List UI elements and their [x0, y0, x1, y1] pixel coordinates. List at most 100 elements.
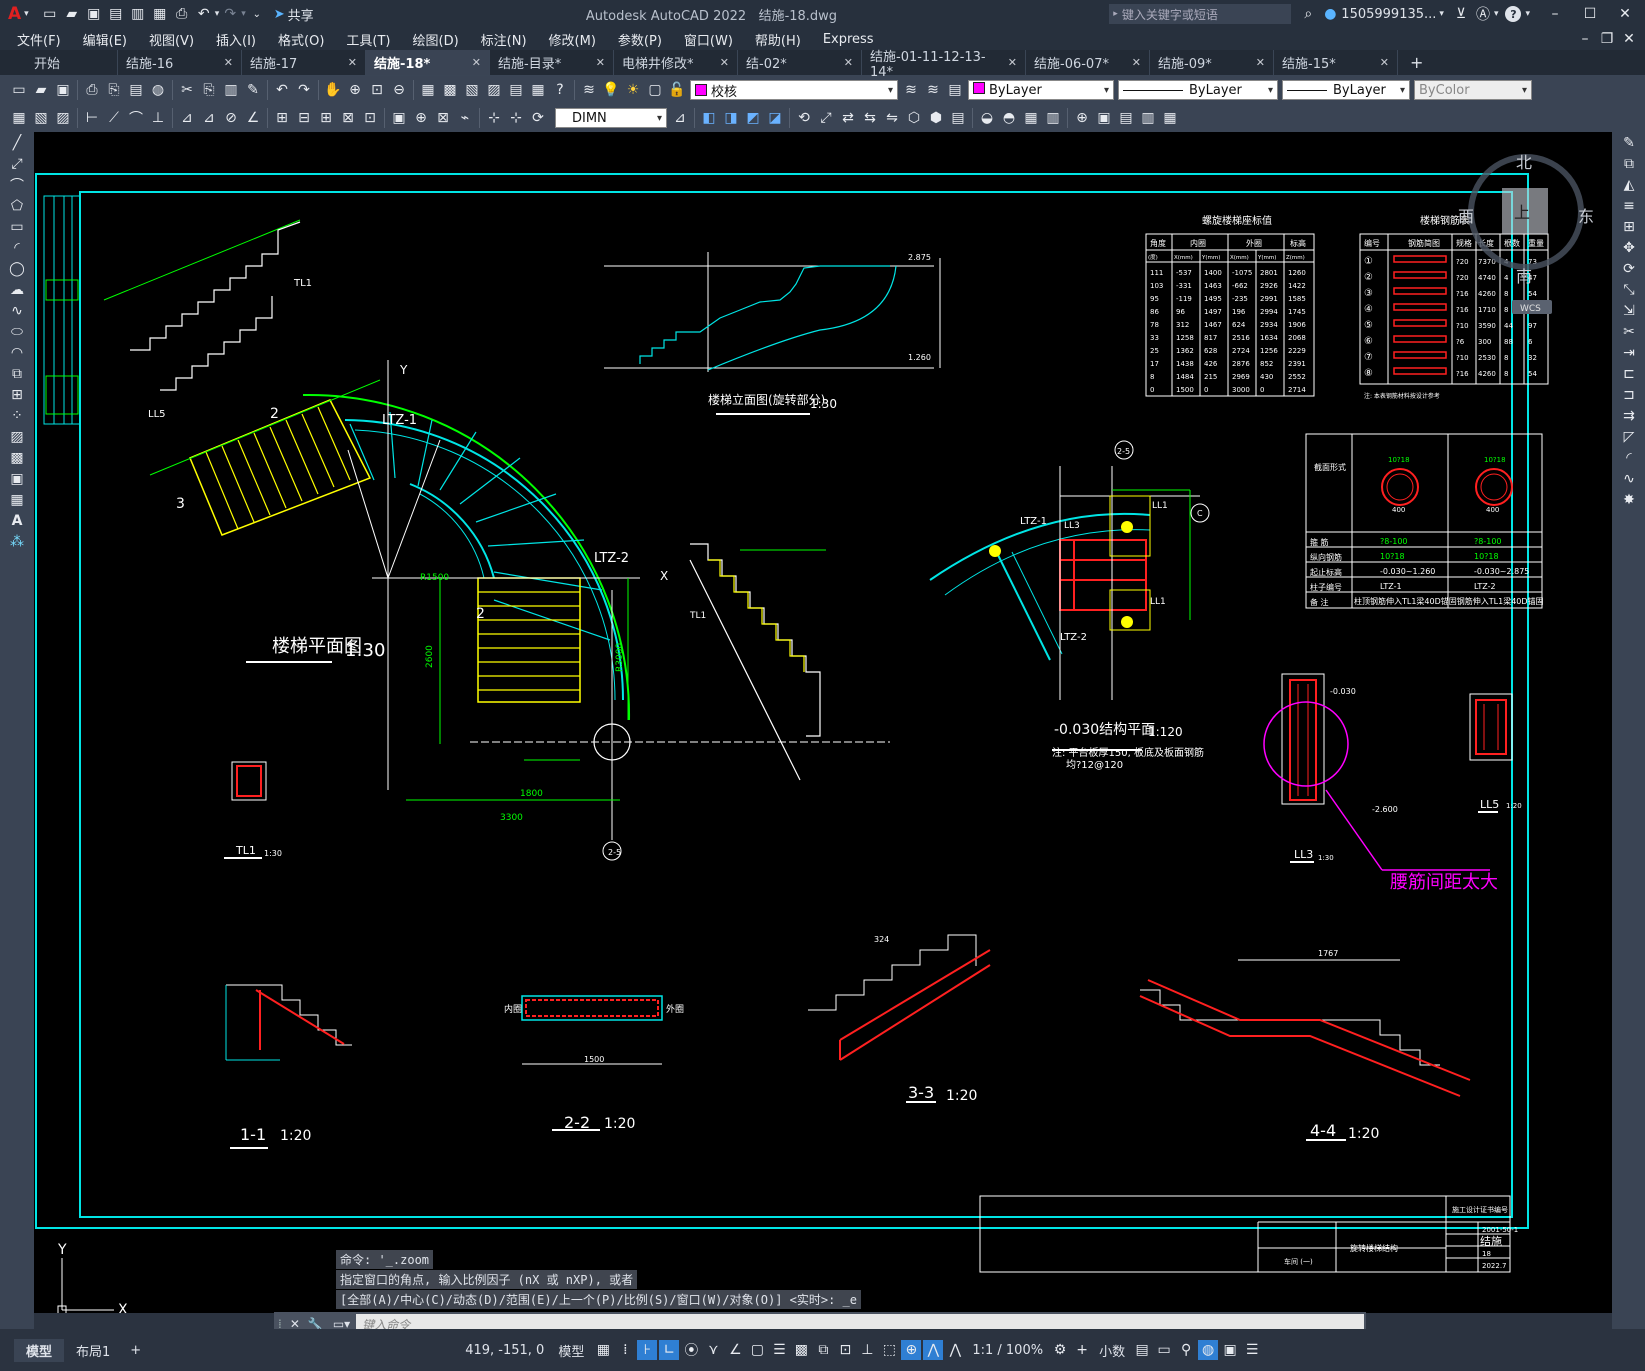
move-icon[interactable]: ✥: [1614, 238, 1644, 258]
annotation-scale[interactable]: 1:1 / 100%: [972, 1343, 1043, 1358]
ellipse-arc-icon[interactable]: ◠: [2, 343, 32, 363]
modify-20-icon[interactable]: ▥: [1138, 108, 1158, 128]
app-logo-icon[interactable]: A: [8, 4, 21, 24]
modify-14-icon[interactable]: ◓: [999, 108, 1019, 128]
3dosnap-icon[interactable]: ⊡: [835, 1340, 855, 1360]
scale-icon[interactable]: ⤡: [1614, 280, 1644, 300]
grid-icon[interactable]: ▦: [593, 1340, 613, 1360]
tab-jiegshi-16[interactable]: 结施-16 ✕: [118, 50, 242, 75]
qdim-icon[interactable]: ⊞: [272, 108, 292, 128]
undo-icon[interactable]: ↶: [272, 80, 292, 100]
save-icon[interactable]: ▣: [53, 80, 73, 100]
undo-dropdown-icon[interactable]: ▾: [215, 9, 220, 19]
extend-icon[interactable]: ⇥: [1614, 343, 1644, 363]
layer-iso-icon[interactable]: ▤: [945, 80, 965, 100]
modify-3-icon[interactable]: ◩: [743, 108, 763, 128]
linetype-dropdown[interactable]: ByLayer ▾: [1118, 80, 1278, 100]
menu-draw[interactable]: 绘图(D): [402, 30, 470, 49]
make-current-layer-icon[interactable]: ≋: [901, 80, 921, 100]
customization-icon[interactable]: ☰: [1242, 1340, 1262, 1360]
osnap-tracking-icon[interactable]: ∠: [725, 1340, 745, 1360]
blend-icon[interactable]: ∿: [1614, 469, 1644, 489]
dim-ordinate-icon[interactable]: ⊥: [148, 108, 168, 128]
viewcube-east[interactable]: 东: [1578, 207, 1594, 226]
modify-9-icon[interactable]: ⇋: [882, 108, 902, 128]
offset-icon[interactable]: ≡: [1614, 196, 1644, 216]
lock-ui-icon[interactable]: ▭: [1154, 1340, 1174, 1360]
tab-close-icon[interactable]: ✕: [348, 56, 357, 69]
dim-break-icon[interactable]: ⊡: [360, 108, 380, 128]
search-icon[interactable]: ⌕: [1298, 4, 1318, 24]
tab-jiegshi-01-14[interactable]: 结施-01-11-12-13-14* ✕: [862, 50, 1026, 80]
layout-tab-model[interactable]: 模型: [14, 1338, 65, 1362]
design-center-icon[interactable]: ▩: [440, 80, 460, 100]
modify-4-icon[interactable]: ◪: [765, 108, 785, 128]
zoom-previous-icon[interactable]: ⊖: [389, 80, 409, 100]
drawing-canvas[interactable]: Y X LTZ-1 LTZ-2 TL1 LL5 3 2 2 1800 3300 …: [34, 132, 1612, 1313]
layer-dropdown[interactable]: 校核 ▾: [690, 80, 898, 100]
tab-jiegshi-15[interactable]: 结施-15* ✕: [1274, 50, 1398, 75]
dim-angular-icon[interactable]: ∠: [243, 108, 263, 128]
spline-icon[interactable]: ∿: [2, 301, 32, 321]
modify-19-icon[interactable]: ▤: [1116, 108, 1136, 128]
layer-previous-icon[interactable]: ≋: [923, 80, 943, 100]
plot-preview-icon[interactable]: ⎘: [104, 80, 124, 100]
table-icon[interactable]: ▦: [2, 490, 32, 510]
a360-dropdown-icon[interactable]: ▾: [1494, 9, 1499, 19]
tab-close-icon[interactable]: ✕: [720, 56, 729, 69]
modify-8-icon[interactable]: ⇆: [860, 108, 880, 128]
layer-vp-icon[interactable]: ▢: [645, 80, 665, 100]
tool-a-icon[interactable]: ▦: [9, 108, 29, 128]
autodesk-a360-icon[interactable]: Ⓐ: [1473, 4, 1493, 24]
close-icon[interactable]: ✕: [1615, 4, 1635, 24]
help-dropdown-icon[interactable]: ▾: [1525, 9, 1530, 19]
dim-arc-icon[interactable]: ⌒: [126, 108, 146, 128]
paste-icon[interactable]: ▥: [221, 80, 241, 100]
units-display[interactable]: 小数: [1099, 1341, 1125, 1360]
point-icon[interactable]: ⁘: [2, 406, 32, 426]
stretch-icon[interactable]: ⇲: [1614, 301, 1644, 321]
modify-1-icon[interactable]: ◧: [699, 108, 719, 128]
layout-tab-1[interactable]: 布局1: [64, 1339, 122, 1362]
tab-jiegshi-17[interactable]: 结施-17 ✕: [242, 50, 366, 75]
tab-jie-02[interactable]: 结-02* ✕: [738, 50, 862, 75]
new-layout-button[interactable]: +: [122, 1341, 149, 1360]
dim-radius-icon[interactable]: ⊿: [177, 108, 197, 128]
new-file-icon[interactable]: ▭: [40, 4, 60, 24]
chamfer-icon[interactable]: ◸: [1614, 427, 1644, 447]
menu-modify[interactable]: 修改(M): [538, 30, 607, 49]
user-name[interactable]: 1505999135...: [1341, 7, 1436, 22]
modify-6-icon[interactable]: ⤢: [816, 108, 836, 128]
menu-window[interactable]: 窗口(W): [673, 30, 744, 49]
transparency-icon[interactable]: ▩: [791, 1340, 811, 1360]
modify-13-icon[interactable]: ◒: [977, 108, 997, 128]
dynamic-ucs-icon[interactable]: ⊥: [857, 1340, 877, 1360]
menu-edit[interactable]: 编辑(E): [72, 30, 138, 49]
plot-icon[interactable]: ⎙: [172, 4, 192, 24]
menu-help[interactable]: 帮助(H): [744, 30, 812, 49]
markup-icon[interactable]: ▤: [506, 80, 526, 100]
modify-21-icon[interactable]: ▦: [1160, 108, 1180, 128]
plot-icon[interactable]: ⎙: [82, 80, 102, 100]
help-icon[interactable]: ?: [1505, 6, 1522, 22]
tab-close-icon[interactable]: ✕: [1380, 56, 1389, 69]
menu-format[interactable]: 格式(O): [267, 30, 335, 49]
ellipse-icon[interactable]: ⬭: [2, 322, 32, 342]
layer-on-icon[interactable]: 💡: [601, 80, 621, 100]
redo-icon[interactable]: ↷: [220, 4, 240, 24]
cart-icon[interactable]: ⊻: [1451, 4, 1471, 24]
menu-file[interactable]: 文件(F): [6, 30, 72, 49]
arc-icon[interactable]: ◜: [2, 238, 32, 258]
sheet-set-icon[interactable]: ▨: [484, 80, 504, 100]
viewcube-north[interactable]: 北: [1516, 153, 1532, 172]
annotation-visibility-icon[interactable]: ⋀: [923, 1340, 944, 1360]
copy-object-icon[interactable]: ⧉: [1614, 154, 1644, 174]
menu-dimension[interactable]: 标注(N): [470, 30, 538, 49]
user-dropdown-icon[interactable]: ▾: [1439, 9, 1444, 19]
layer-properties-icon[interactable]: ≋: [579, 80, 599, 100]
tab-jiegshi-mulu[interactable]: 结施-目录* ✕: [490, 50, 614, 75]
menu-insert[interactable]: 插入(I): [205, 30, 267, 49]
match-prop-icon[interactable]: ✎: [243, 80, 263, 100]
rectangle-icon[interactable]: ▭: [2, 217, 32, 237]
3d-dwf-icon[interactable]: ◍: [148, 80, 168, 100]
